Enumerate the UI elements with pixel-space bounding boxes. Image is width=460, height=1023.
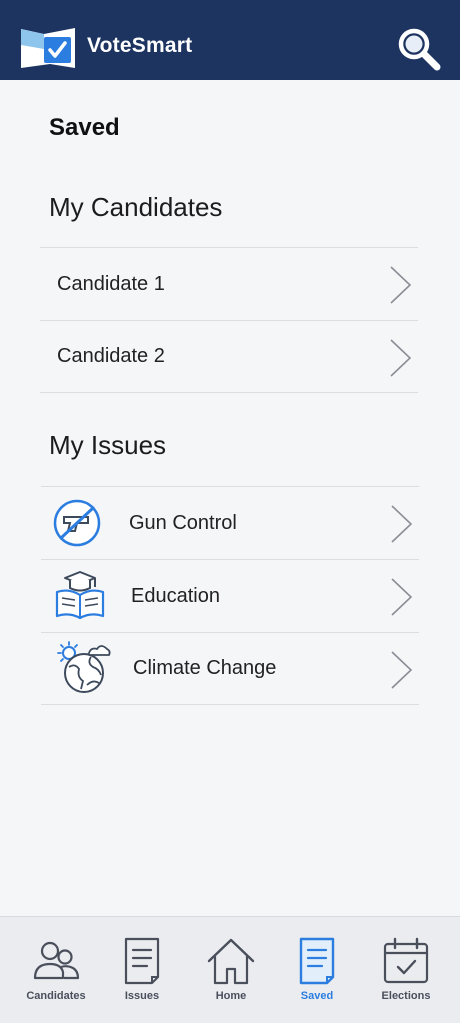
search-icon[interactable] bbox=[396, 26, 442, 72]
chevron-right-icon bbox=[390, 339, 412, 377]
house-icon bbox=[207, 938, 255, 985]
tab-saved[interactable]: Saved bbox=[271, 917, 363, 1023]
tab-issues[interactable]: Issues bbox=[96, 917, 188, 1023]
my-issues-title: My Issues bbox=[49, 430, 167, 460]
tab-candidates[interactable]: Candidates bbox=[10, 917, 102, 1023]
candidate-row-1[interactable]: Candidate 1 bbox=[40, 247, 418, 320]
chevron-right-icon bbox=[391, 578, 413, 616]
issue-row-education[interactable]: Education bbox=[41, 559, 419, 632]
chevron-right-icon bbox=[390, 266, 412, 304]
tab-label: Home bbox=[215, 990, 247, 1002]
issue-label: Gun Control bbox=[129, 511, 237, 534]
calendar-check-icon bbox=[383, 937, 429, 984]
tab-home[interactable]: Home bbox=[185, 917, 277, 1023]
tab-label: Elections bbox=[381, 990, 431, 1002]
app-name: VoteSmart bbox=[87, 34, 193, 57]
tab-label: Issues bbox=[124, 990, 160, 1002]
document-icon bbox=[124, 937, 160, 985]
candidate-label: Candidate 1 bbox=[57, 272, 165, 295]
saved-document-icon bbox=[299, 937, 335, 985]
globe-weather-icon bbox=[57, 641, 111, 693]
bottom-tab-bar: Candidates Issues Home Saved Elections bbox=[0, 916, 460, 1023]
people-icon bbox=[33, 941, 80, 980]
issue-row-climate-change[interactable]: Climate Change bbox=[41, 632, 419, 705]
tab-label: Candidates bbox=[26, 990, 86, 1002]
graduation-book-icon bbox=[55, 571, 105, 620]
issue-label: Climate Change bbox=[133, 657, 277, 679]
page-title: Saved bbox=[49, 114, 120, 141]
candidate-row-2[interactable]: Candidate 2 bbox=[40, 320, 418, 393]
issue-row-gun-control[interactable]: Gun Control bbox=[41, 486, 419, 559]
my-candidates-title: My Candidates bbox=[49, 192, 223, 222]
tab-label: Saved bbox=[300, 990, 334, 1002]
chevron-right-icon bbox=[391, 651, 413, 689]
app-header: VoteSmart bbox=[0, 0, 460, 80]
no-gun-icon bbox=[53, 499, 101, 547]
candidate-label: Candidate 2 bbox=[57, 345, 165, 367]
tab-elections[interactable]: Elections bbox=[360, 917, 452, 1023]
chevron-right-icon bbox=[391, 505, 413, 543]
checkbox-map-icon bbox=[21, 28, 75, 68]
issue-label: Education bbox=[131, 584, 220, 607]
saved-content: Saved My Candidates Candidate 1 Candidat… bbox=[0, 80, 460, 916]
